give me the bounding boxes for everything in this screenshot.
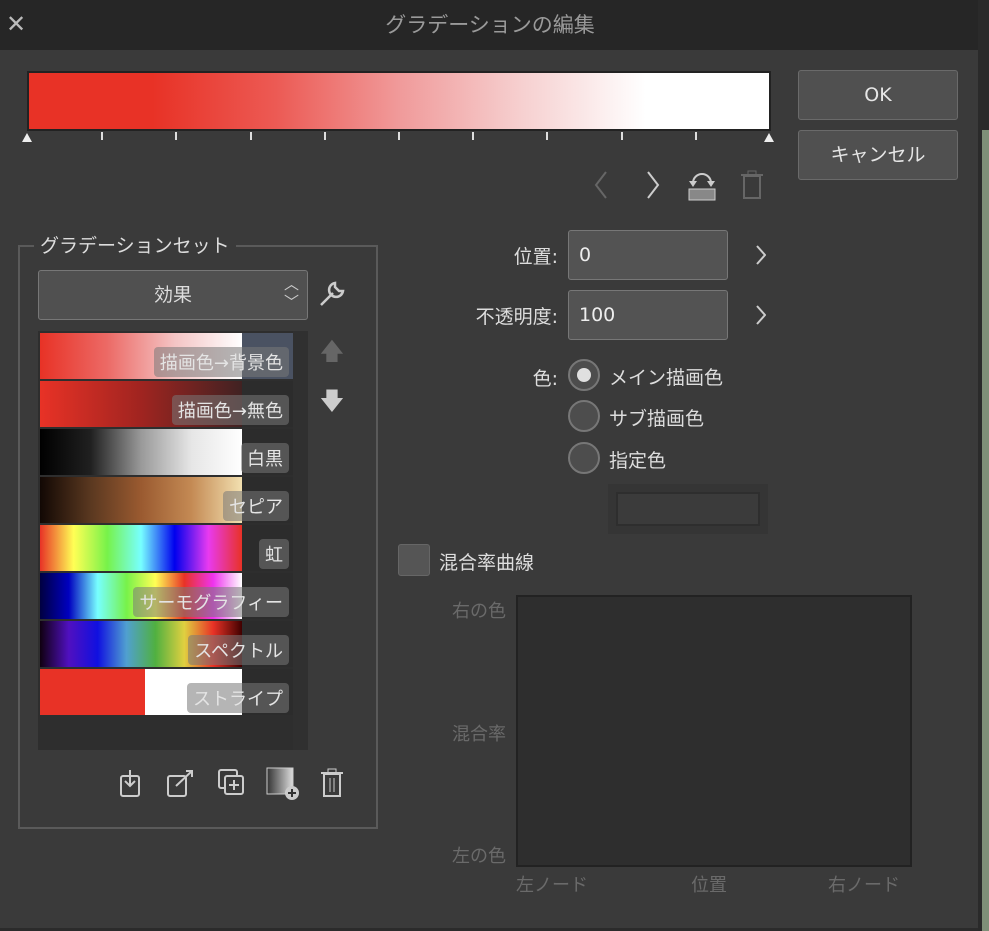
gradient-preset-item[interactable]: 白黒	[40, 429, 293, 475]
right-color-stop[interactable]	[764, 133, 774, 142]
main-color-label: メイン描画色	[609, 367, 724, 389]
gradient-preview	[40, 429, 242, 475]
color-swatch[interactable]	[608, 484, 768, 534]
ruler-tick	[546, 132, 549, 140]
dialog-title: グラデーションの編集	[385, 13, 595, 37]
wrench-icon[interactable]	[316, 278, 348, 310]
gradient-preset-label: サーモグラフィー	[133, 587, 289, 617]
gradient-preview-bar[interactable]	[27, 71, 771, 131]
left-color-axis-label: 左の色	[452, 846, 506, 867]
cancel-button[interactable]: キャンセル	[798, 130, 958, 180]
gradient-preset-label: 描画色→無色	[171, 395, 289, 425]
gradient-preset-label: セピア	[223, 491, 289, 521]
gradient-preview	[40, 477, 242, 523]
radio-main-color[interactable]	[568, 359, 600, 391]
gradient-preset-item[interactable]: セピア	[40, 477, 293, 523]
next-stop-icon[interactable]	[640, 168, 666, 202]
blend-curve-label: 混合率曲線	[439, 552, 535, 574]
dropdown-value: 効果	[153, 284, 192, 306]
gradient-preset-list: 描画色→背景色描画色→無色白黒セピア虹サーモグラフィースペクトルストライプ	[38, 331, 308, 750]
move-down-icon[interactable]: 🡇	[318, 387, 346, 418]
reverse-gradient-icon[interactable]	[686, 168, 718, 202]
position-label: 位置:	[513, 246, 558, 268]
gradient-preset-item[interactable]: スペクトル	[40, 621, 293, 667]
gradient-preset-item[interactable]: サーモグラフィー	[40, 573, 293, 619]
list-scrollbar[interactable]	[293, 331, 308, 750]
duplicate-icon[interactable]	[217, 767, 247, 799]
gradient-preset-item[interactable]: 描画色→無色	[40, 381, 293, 427]
background-canvas	[982, 130, 989, 931]
specified-color-label: 指定色	[609, 450, 667, 472]
close-icon[interactable]: ✕	[6, 12, 28, 36]
left-node-label: 左ノード	[516, 875, 588, 896]
blend-rate-axis-label: 混合率	[452, 724, 506, 745]
opacity-arrow-icon[interactable]	[752, 302, 770, 328]
stepper-icon: ︿ ﹀	[283, 275, 299, 311]
gradient-preset-label: スペクトル	[188, 635, 289, 665]
sub-color-label: サブ描画色	[609, 408, 705, 430]
opacity-label: 不透明度:	[475, 306, 558, 328]
gradient-set-dropdown[interactable]: 効果 ︿ ﹀	[38, 270, 308, 320]
add-gradient-icon[interactable]	[266, 767, 300, 801]
gradient-preset-label: 描画色→背景色	[153, 347, 289, 377]
right-node-label: 右ノード	[828, 875, 900, 896]
opacity-input[interactable]: 100	[568, 290, 728, 340]
color-label: 色:	[532, 368, 558, 390]
gradient-preview	[40, 525, 242, 571]
delete-gradient-icon[interactable]	[318, 767, 346, 799]
ruler-tick	[323, 132, 326, 140]
gradient-preset-label: 虹	[259, 539, 289, 569]
import-icon[interactable]	[116, 767, 146, 799]
ruler-tick	[694, 132, 697, 140]
position-axis-label: 位置	[691, 875, 727, 896]
delete-stop-icon[interactable]	[738, 168, 766, 202]
blend-curve-checkbox[interactable]	[398, 544, 430, 576]
gradient-preset-label: ストライプ	[187, 683, 289, 713]
position-input[interactable]: 0	[568, 230, 728, 280]
ok-button[interactable]: OK	[798, 70, 958, 120]
right-color-axis-label: 右の色	[452, 601, 506, 622]
ruler-tick	[175, 132, 178, 140]
previous-stop-icon[interactable]	[588, 168, 614, 202]
position-arrow-icon[interactable]	[752, 242, 770, 268]
gradient-preset-item[interactable]: ストライプ	[40, 669, 293, 715]
ruler-tick	[472, 132, 475, 140]
ruler-tick	[101, 132, 104, 140]
gradient-set-label: グラデーションセット	[34, 231, 236, 258]
radio-specified-color[interactable]	[568, 442, 600, 474]
gradient-preset-label: 白黒	[241, 443, 289, 473]
gradient-preset-item[interactable]: 虹	[40, 525, 293, 571]
move-up-icon[interactable]: 🡅	[318, 337, 346, 368]
ruler-tick	[620, 132, 623, 140]
blend-curve-graph[interactable]	[516, 595, 912, 867]
ruler-tick	[249, 132, 252, 140]
ruler-tick	[398, 132, 400, 140]
gradient-preset-item[interactable]: 描画色→背景色	[40, 333, 293, 379]
radio-sub-color[interactable]	[568, 400, 600, 432]
left-color-stop[interactable]	[22, 133, 32, 142]
export-icon[interactable]	[166, 767, 196, 799]
